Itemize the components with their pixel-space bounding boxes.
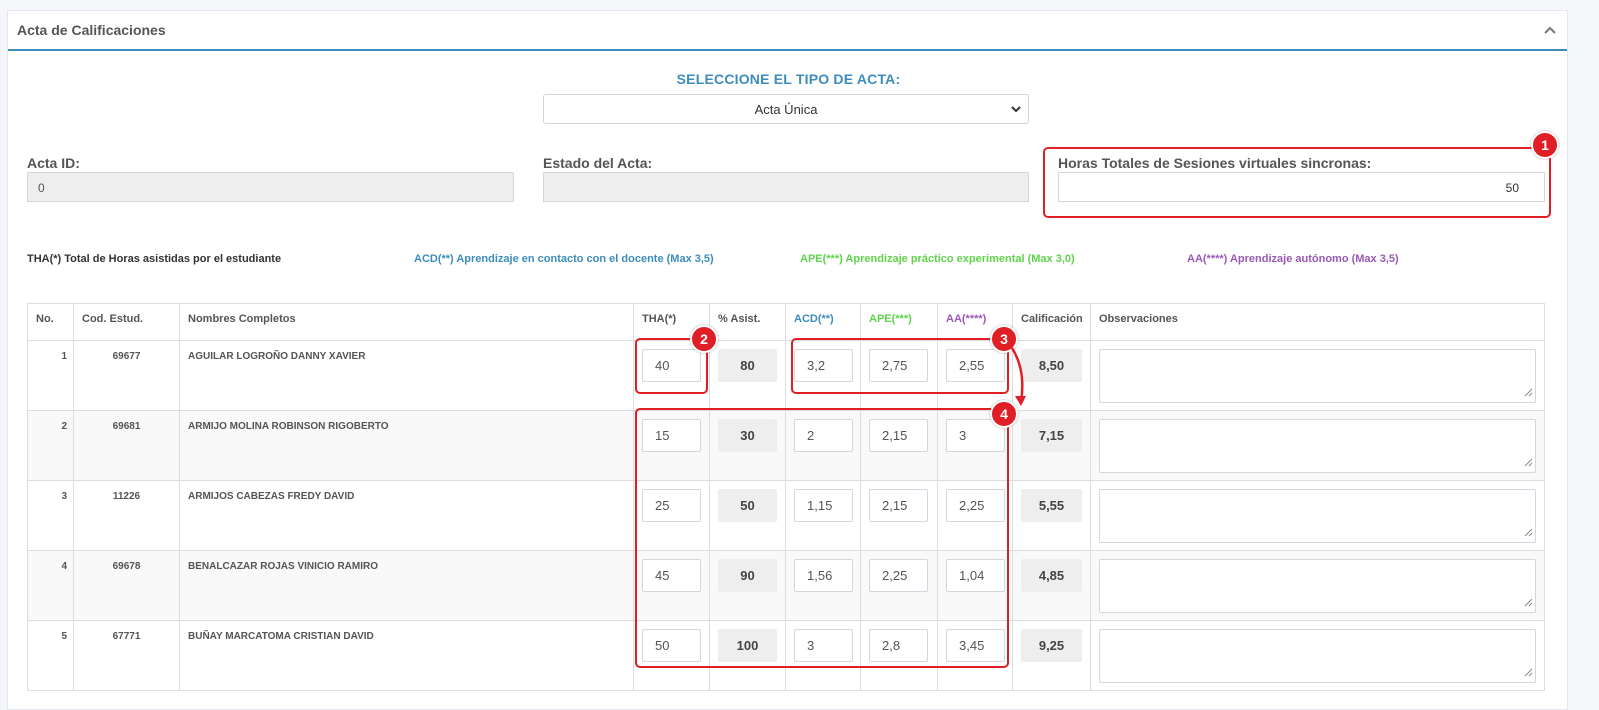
col-header-name: Nombres Completos <box>179 303 634 341</box>
row-no: 4 <box>27 550 74 621</box>
legend-ape: APE(***) Aprendizaje práctico experiment… <box>800 253 1075 265</box>
row-name: BUÑAY MARCATOMA CRISTIAN DAVID <box>179 620 634 691</box>
row-name: AGUILAR LOGROÑO DANNY XAVIER <box>179 340 634 411</box>
col-header-acd: ACD(**) <box>785 303 861 341</box>
observaciones-textarea[interactable] <box>1099 489 1536 543</box>
panel-title: Acta de Calificaciones <box>17 22 166 38</box>
annotation-box-horas <box>1043 147 1551 218</box>
acta-type-selected: Acta Única <box>754 101 818 117</box>
resize-grip-icon[interactable] <box>1524 668 1533 680</box>
observaciones-textarea[interactable] <box>1099 349 1536 403</box>
panel-header: Acta de Calificaciones <box>8 11 1567 51</box>
row-cod: 67771 <box>73 620 180 691</box>
estado-field <box>543 172 1029 202</box>
row-no: 2 <box>27 410 74 481</box>
table-header-row: No. Cod. Estud. Nombres Completos THA(*)… <box>27 303 1545 341</box>
legend-acd: ACD(**) Aprendizaje en contacto con el d… <box>414 253 714 265</box>
chevron-down-icon <box>1010 103 1022 118</box>
row-cod: 11226 <box>73 480 180 551</box>
observaciones-textarea[interactable] <box>1099 419 1536 473</box>
legend-aa: AA(****) Aprendizaje autónomo (Max 3,5) <box>1187 253 1399 265</box>
col-header-no: No. <box>27 303 74 341</box>
row-cod: 69677 <box>73 340 180 411</box>
acta-type-label: SELECCIONE EL TIPO DE ACTA: <box>676 71 901 87</box>
observaciones-textarea[interactable] <box>1099 559 1536 613</box>
resize-grip-icon[interactable] <box>1524 458 1533 470</box>
row-name: ARMIJO MOLINA ROBINSON RIGOBERTO <box>179 410 634 481</box>
row-no: 3 <box>27 480 74 551</box>
chevron-up-icon[interactable] <box>1543 23 1557 37</box>
annotation-badge-1: 1 <box>1531 131 1559 159</box>
row-cod: 69681 <box>73 410 180 481</box>
table-row: 1 69677 AGUILAR LOGROÑO DANNY XAVIER 40 … <box>27 340 1545 411</box>
legend-tha: THA(*) Total de Horas asistidas por el e… <box>27 253 282 265</box>
estado-label: Estado del Acta: <box>543 155 653 171</box>
col-header-grade: Calificación <box>1012 303 1091 341</box>
observaciones-textarea[interactable] <box>1099 629 1536 683</box>
col-header-cod: Cod. Estud. <box>73 303 180 341</box>
grade-value: 4,85 <box>1021 559 1082 592</box>
grade-value: 5,55 <box>1021 489 1082 522</box>
resize-grip-icon[interactable] <box>1524 598 1533 610</box>
row-cod: 69678 <box>73 550 180 621</box>
row-name: ARMIJOS CABEZAS FREDY DAVID <box>179 480 634 551</box>
grade-value: 9,25 <box>1021 629 1082 662</box>
asist-value: 80 <box>718 349 777 382</box>
grade-value: 7,15 <box>1021 419 1082 452</box>
resize-grip-icon[interactable] <box>1524 528 1533 540</box>
annotation-box-rows <box>635 408 1009 668</box>
acta-id-field: 0 <box>27 172 514 202</box>
col-header-obs: Observaciones <box>1090 303 1545 341</box>
col-header-ape: APE(***) <box>860 303 938 341</box>
row-name: BENALCAZAR ROJAS VINICIO RAMIRO <box>179 550 634 621</box>
row-no: 5 <box>27 620 74 691</box>
col-header-asist: % Asist. <box>709 303 786 341</box>
acta-type-select[interactable]: Acta Única <box>543 94 1029 124</box>
row-no: 1 <box>27 340 74 411</box>
annotation-badge-2: 2 <box>690 325 718 353</box>
acta-id-label: Acta ID: <box>27 155 80 171</box>
resize-grip-icon[interactable] <box>1524 388 1533 400</box>
annotation-arrow-icon <box>1010 347 1026 406</box>
annotation-box-components <box>791 338 1009 394</box>
